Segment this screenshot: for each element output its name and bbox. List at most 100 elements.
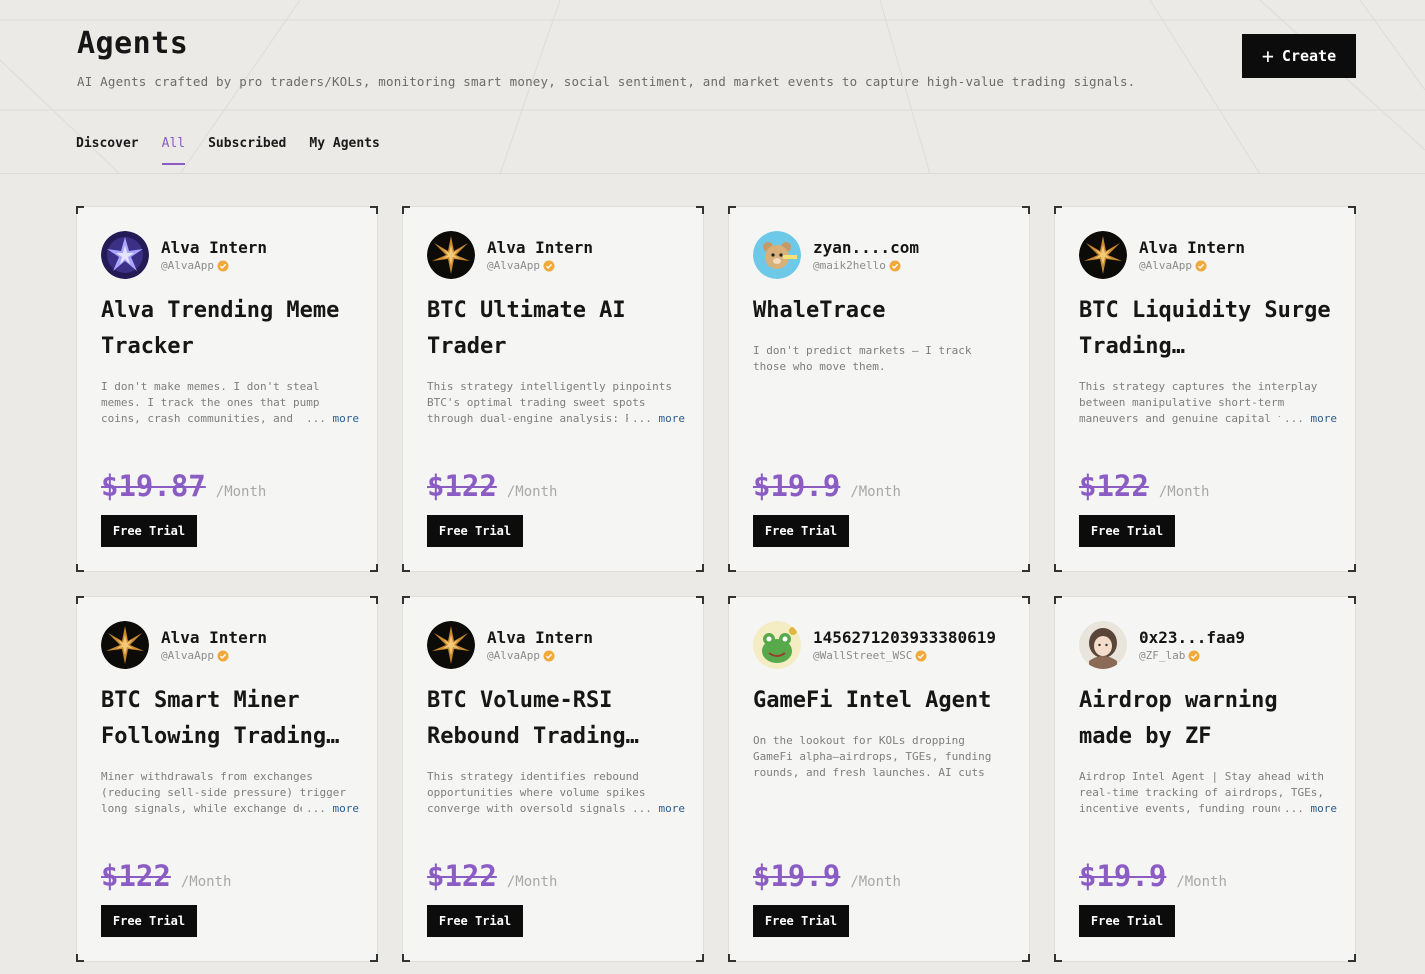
card-corner-mark — [76, 596, 84, 604]
card-corner-mark — [402, 954, 410, 962]
price-period: /Month — [1176, 874, 1227, 890]
author-handle-row: @AlvaApp — [487, 259, 593, 272]
free-trial-button[interactable]: Free Trial — [101, 515, 197, 547]
more-link[interactable]: more — [659, 802, 686, 815]
card-author: 0x23...faa9 @ZF_lab — [1079, 621, 1245, 669]
agent-description: On the lookout for KOLs dropping GameFi … — [753, 733, 1011, 781]
card-corner-mark — [76, 206, 84, 214]
avatar-bear-avatar — [753, 231, 801, 279]
author-name: Alva Intern — [161, 628, 267, 647]
tab-my-agents[interactable]: My Agents — [309, 136, 379, 165]
price-period: /Month — [850, 484, 901, 500]
agent-card-grid: Alva Intern @AlvaApp Alva Trending Meme … — [76, 206, 1356, 962]
card-corner-mark — [1054, 596, 1062, 604]
agent-card[interactable]: Alva Intern @AlvaApp BTC Volume-RSI Rebo… — [402, 596, 704, 962]
author-info: 0x23...faa9 @ZF_lab — [1139, 628, 1245, 662]
page-title: Agents — [77, 26, 189, 61]
create-button[interactable]: + Create — [1242, 34, 1356, 78]
free-trial-button[interactable]: Free Trial — [1079, 515, 1175, 547]
card-author: 1456271203933380619 @WallStreet_WSC — [753, 621, 996, 669]
free-trial-button[interactable]: Free Trial — [753, 905, 849, 937]
agent-card[interactable]: zyan....com @maik2hello WhaleTrace I don… — [728, 206, 1030, 572]
price-row: $122 /Month — [101, 859, 231, 893]
agent-title: BTC Ultimate AI Trader — [427, 298, 626, 359]
author-handle: @AlvaApp — [487, 259, 540, 272]
card-corner-mark — [76, 564, 84, 572]
price-row: $19.9 /Month — [753, 859, 901, 893]
author-handle-row: @AlvaApp — [487, 649, 593, 662]
card-author: Alva Intern @AlvaApp — [427, 621, 593, 669]
card-corner-mark — [1022, 206, 1030, 214]
price-row: $19.9 /Month — [753, 469, 901, 503]
agent-card[interactable]: Alva Intern @AlvaApp BTC Smart Miner Fol… — [76, 596, 378, 962]
card-corner-mark — [402, 564, 410, 572]
agent-title: GameFi Intel Agent — [753, 688, 992, 713]
free-trial-button[interactable]: Free Trial — [753, 515, 849, 547]
plus-icon: + — [1261, 44, 1274, 68]
agent-description: This strategy intelligently pinpoints BT… — [427, 379, 685, 427]
card-corner-mark — [1022, 596, 1030, 604]
agent-card[interactable]: 1456271203933380619 @WallStreet_WSC Game… — [728, 596, 1030, 962]
author-name: Alva Intern — [487, 238, 593, 257]
author-info: 1456271203933380619 @WallStreet_WSC — [813, 628, 996, 662]
page-header: Agents AI Agents crafted by pro traders/… — [77, 24, 1357, 89]
more-wrap: ... more — [628, 801, 685, 817]
card-corner-mark — [370, 564, 378, 572]
card-author: Alva Intern @AlvaApp — [101, 621, 267, 669]
more-wrap: ... more — [1280, 801, 1337, 817]
avatar-alva-gold-star — [1079, 231, 1127, 279]
agent-card[interactable]: Alva Intern @AlvaApp Alva Trending Meme … — [76, 206, 378, 572]
verified-badge-icon — [915, 650, 927, 661]
free-trial-button[interactable]: Free Trial — [101, 905, 197, 937]
free-trial-button[interactable]: Free Trial — [427, 905, 523, 937]
tab-discover[interactable]: Discover — [76, 136, 139, 165]
more-link[interactable]: more — [1311, 412, 1338, 425]
card-author: Alva Intern @AlvaApp — [1079, 231, 1245, 279]
free-trial-button[interactable]: Free Trial — [427, 515, 523, 547]
ellipsis: ... — [306, 412, 326, 425]
card-corner-mark — [1348, 564, 1356, 572]
verified-badge-icon — [217, 650, 229, 661]
card-corner-mark — [370, 596, 378, 604]
more-link[interactable]: more — [1311, 802, 1338, 815]
tab-all[interactable]: All — [161, 136, 186, 165]
price-row: $122 /Month — [427, 469, 557, 503]
agent-title: BTC Smart Miner Following Trading… — [101, 688, 340, 749]
ellipsis: ... — [1284, 802, 1304, 815]
ellipsis: ... — [306, 802, 326, 815]
author-info: Alva Intern @AlvaApp — [161, 238, 267, 272]
author-handle-row: @WallStreet_WSC — [813, 649, 996, 662]
card-corner-mark — [696, 596, 704, 604]
avatar-alva-gold-star — [101, 621, 149, 669]
verified-badge-icon — [889, 260, 901, 271]
agent-description: Airdrop Intel Agent | Stay ahead with re… — [1079, 769, 1337, 817]
more-link[interactable]: more — [333, 412, 360, 425]
price-row: $19.87 /Month — [101, 469, 266, 503]
card-corner-mark — [1348, 954, 1356, 962]
author-info: Alva Intern @AlvaApp — [487, 238, 593, 272]
agent-card[interactable]: Alva Intern @AlvaApp BTC Ultimate AI Tra… — [402, 206, 704, 572]
agents-page: Agents AI Agents crafted by pro traders/… — [0, 0, 1425, 974]
agent-card[interactable]: Alva Intern @AlvaApp BTC Liquidity Surge… — [1054, 206, 1356, 572]
page-subtitle: AI Agents crafted by pro traders/KOLs, m… — [77, 74, 1136, 89]
agent-title: BTC Volume-RSI Rebound Trading… — [427, 688, 639, 749]
author-handle: @AlvaApp — [161, 259, 214, 272]
card-corner-mark — [370, 954, 378, 962]
author-name: Alva Intern — [161, 238, 267, 257]
agent-card[interactable]: 0x23...faa9 @ZF_lab Airdrop warning made… — [1054, 596, 1356, 962]
create-label: Create — [1281, 47, 1337, 65]
avatar-girl-avatar — [1079, 621, 1127, 669]
more-link[interactable]: more — [659, 412, 686, 425]
price-period: /Month — [180, 874, 232, 890]
verified-badge-icon — [543, 260, 555, 271]
tabs-divider — [0, 173, 1425, 174]
verified-badge-icon — [1195, 260, 1207, 271]
more-link[interactable]: more — [333, 802, 360, 815]
agent-title: Alva Trending Meme Tracker — [101, 298, 340, 359]
card-corner-mark — [728, 954, 736, 962]
free-trial-button[interactable]: Free Trial — [1079, 905, 1175, 937]
card-corner-mark — [696, 954, 704, 962]
price-period: /Month — [506, 874, 558, 890]
verified-badge-icon — [217, 260, 229, 271]
tab-subscribed[interactable]: Subscribed — [208, 136, 286, 165]
